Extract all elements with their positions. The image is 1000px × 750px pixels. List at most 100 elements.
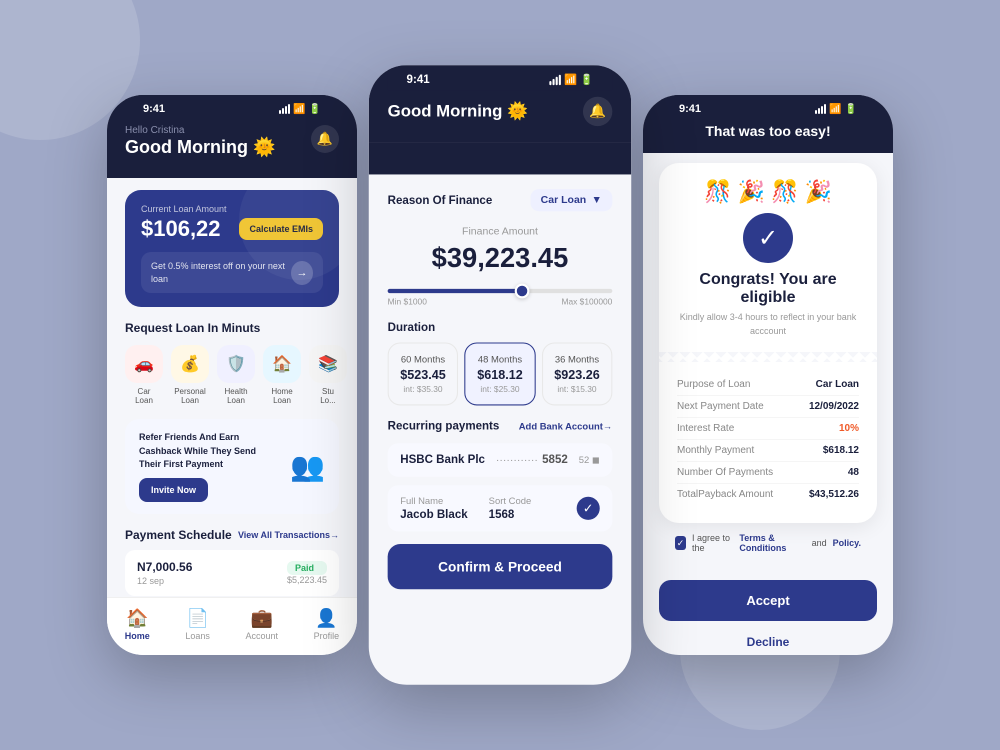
bank-right-info: 52 ◼: [579, 454, 600, 466]
bank-detail-row: Full Name Jacob Black Sort Code 1568 ✓: [388, 485, 613, 531]
bank-last4: 5852: [542, 454, 568, 467]
reason-row: Reason Of Finance Car Loan ▼: [388, 174, 613, 211]
loan-type-car[interactable]: 🚗 CarLoan: [125, 345, 163, 405]
nav-account[interactable]: 💼 Account: [246, 608, 279, 641]
status-bar-3: 9:41 📶 🔋: [661, 95, 875, 119]
slider-thumb[interactable]: [515, 284, 530, 299]
status-icons-2: 📶 🔋: [549, 74, 593, 86]
car-label: CarLoan: [135, 387, 153, 405]
paid-badge: Paid: [287, 561, 327, 575]
invite-button[interactable]: Invite Now: [139, 478, 208, 502]
profile-nav-icon: 👤: [315, 608, 337, 629]
sort-code-value: 1568: [489, 508, 532, 521]
phone-finance: 9:41 📶 🔋 Good Morning 🌞 🔔: [369, 65, 632, 685]
congrats-card: 🎊 🎉 🎊 🎉 ✓ Congrats! You are eligible Kin…: [659, 163, 877, 523]
congrats-title: Congrats! You are eligible: [675, 271, 861, 307]
loan-amount: $106,22: [141, 216, 221, 242]
terms-link-conditions[interactable]: Terms & Conditions: [739, 533, 805, 553]
payment-info: N7,000.56 12 sep: [137, 560, 192, 586]
add-bank-link[interactable]: Add Bank Account→: [519, 421, 613, 432]
phone1-body: Request Loan In Minuts 🚗 CarLoan 💰 Perso…: [107, 307, 357, 597]
nav-profile[interactable]: 👤 Profile: [314, 608, 340, 641]
duration-48[interactable]: 48 Months $618.12 int: $25.30: [465, 342, 536, 405]
greeting-block: Hello Cristina Good Morning 🌞: [125, 125, 275, 158]
detail-value-interest: 10%: [839, 423, 859, 434]
duration-36-months: 36 Months: [549, 354, 605, 365]
status-time-2: 9:41: [407, 74, 430, 87]
home-label: HomeLoan: [271, 387, 292, 405]
payment-sub-amount: $5,223.45: [287, 575, 327, 585]
bank-name: HSBC Bank Plc: [400, 454, 485, 467]
full-name-label: Full Name: [400, 496, 467, 507]
detail-key-num-payments: Number Of Payments: [677, 467, 773, 478]
recurring-title: Recurring payments: [388, 420, 500, 433]
profile-nav-label: Profile: [314, 631, 340, 641]
health-label: HealthLoan: [224, 387, 247, 405]
status-bar-1: 9:41 📶 🔋: [125, 95, 339, 119]
detail-value-total: $43,512.26: [809, 489, 859, 500]
wifi-icon-3: 📶: [829, 104, 841, 115]
detail-key-monthly: Monthly Payment: [677, 445, 754, 456]
bank-sortcode-field: Sort Code 1568: [489, 496, 532, 521]
signal-icon-2: [549, 75, 561, 86]
bank-fullname-field: Full Name Jacob Black: [400, 496, 467, 521]
phone3-header-title: That was too easy!: [661, 123, 875, 139]
reason-value: Car Loan: [541, 194, 587, 206]
terms-checkbox[interactable]: ✓: [675, 536, 686, 550]
detail-value-num-payments: 48: [848, 467, 859, 478]
payment-schedule-header: Payment Schedule View All Transactions→: [125, 528, 339, 542]
bell-button[interactable]: 🔔: [311, 125, 339, 153]
phone-congrats: 9:41 📶 🔋 That was too easy! 🎊 🎉 🎊 🎉: [643, 95, 893, 655]
account-nav-label: Account: [246, 631, 279, 641]
loan-type-personal[interactable]: 💰 PersonalLoan: [171, 345, 209, 405]
status-bar-2: 9:41 📶 🔋: [388, 65, 613, 90]
wifi-icon-2: 📶: [564, 74, 577, 86]
detail-row-interest: Interest Rate 10%: [677, 418, 859, 440]
duration-60[interactable]: 60 Months $523.45 int: $35.30: [388, 342, 459, 405]
bank-number: ············ 5852: [496, 454, 568, 467]
slider-min: Min $1000: [388, 297, 427, 306]
loans-nav-icon: 📄: [186, 608, 208, 629]
car-icon: 🚗: [125, 345, 163, 383]
detail-key-total: TotalPayback Amount: [677, 489, 773, 500]
referral-banner: Refer Friends And Earn Cashback While Th…: [125, 419, 339, 514]
slider-max: Max $100000: [561, 297, 612, 306]
battery-icon-2: 🔋: [580, 74, 593, 86]
loan-type-student[interactable]: 📚 StuLo...: [309, 345, 347, 405]
confetti-decoration: 🎊 🎉 🎊 🎉: [675, 179, 861, 205]
detail-row-payment-date: Next Payment Date 12/09/2022: [677, 396, 859, 418]
nav-loans[interactable]: 📄 Loans: [185, 608, 210, 641]
finance-amount: $39,223.45: [388, 242, 613, 275]
decline-button[interactable]: Decline: [643, 629, 893, 655]
status-icons-1: 📶 🔋: [279, 104, 321, 115]
battery-icon: 🔋: [309, 104, 321, 115]
detail-row-num-payments: Number Of Payments 48: [677, 462, 859, 484]
terms-link-policy[interactable]: Policy.: [833, 538, 861, 548]
loan-types: 🚗 CarLoan 💰 PersonalLoan 🛡️ HealthLoan 🏠…: [125, 345, 339, 405]
loan-card: Current Loan Amount $106,22 Calculate EM…: [125, 190, 339, 307]
duration-36-amount: $923.26: [549, 368, 605, 383]
finance-label: Finance Amount: [388, 226, 613, 238]
greeting-sub: Hello Cristina: [125, 125, 275, 136]
slider-track[interactable]: [388, 289, 613, 293]
signal-icon: [279, 104, 290, 114]
bell-button-2[interactable]: 🔔: [583, 97, 612, 126]
bank-info: HSBC Bank Plc: [400, 454, 485, 467]
finance-amount-section: Finance Amount $39,223.45: [388, 226, 613, 274]
accept-button[interactable]: Accept: [659, 580, 877, 621]
payment-amount: N7,000.56: [137, 560, 192, 574]
confirm-button[interactable]: Confirm & Proceed: [388, 544, 613, 589]
reason-dropdown[interactable]: Car Loan ▼: [530, 189, 612, 211]
bottom-nav: 🏠 Home 📄 Loans 💼 Account 👤 Profile: [107, 597, 357, 655]
view-all-link[interactable]: View All Transactions→: [238, 530, 339, 540]
duration-48-amount: $618.12: [472, 368, 528, 383]
detail-value-purpose: Car Loan: [816, 379, 859, 390]
status-time-1: 9:41: [143, 103, 165, 115]
nav-home[interactable]: 🏠 Home: [125, 608, 150, 641]
dropdown-chevron-icon: ▼: [591, 194, 601, 206]
loan-type-home[interactable]: 🏠 HomeLoan: [263, 345, 301, 405]
duration-36[interactable]: 36 Months $923.26 int: $15.30: [542, 342, 613, 405]
payment-status: Paid $5,223.45: [287, 561, 327, 585]
loan-type-health[interactable]: 🛡️ HealthLoan: [217, 345, 255, 405]
bank-dots: ············: [496, 454, 538, 466]
